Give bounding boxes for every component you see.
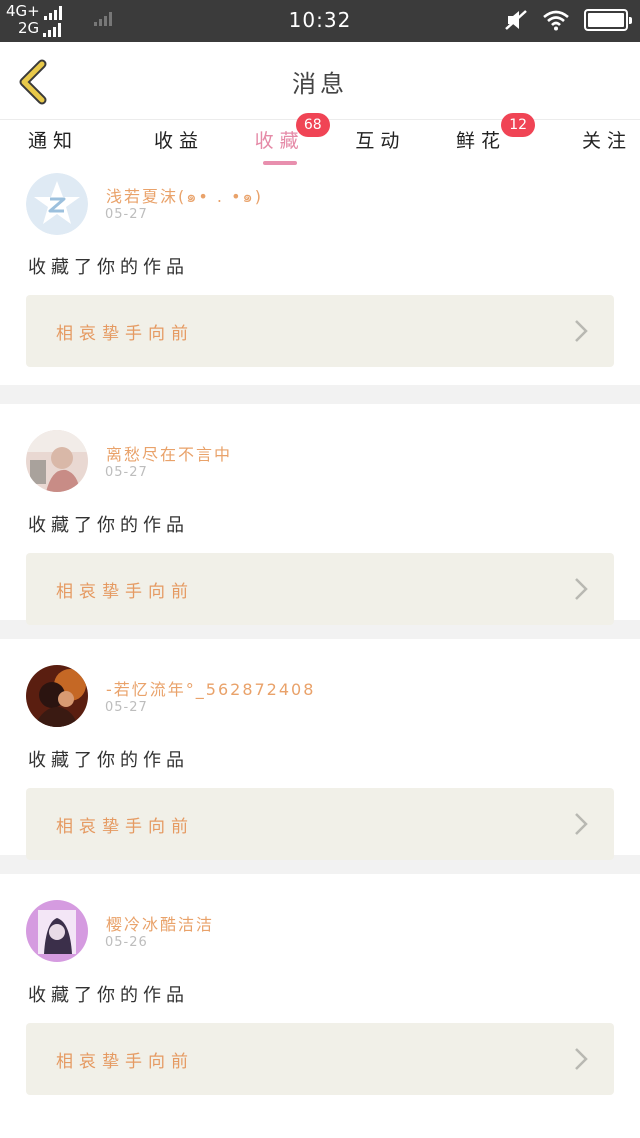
tab-label: 收藏 xyxy=(254,130,305,152)
chevron-right-icon xyxy=(575,1048,588,1070)
activity-text: 收藏了你的作品 xyxy=(28,515,189,536)
timestamp: 05-27 xyxy=(105,700,148,715)
active-tab-indicator xyxy=(262,161,297,165)
list-item: 浅若夏沫(๑• . •๑) 05-27 收藏了你的作品 相哀挚手向前 xyxy=(0,169,640,385)
battery-icon xyxy=(584,9,632,31)
tab-label: 收益 xyxy=(154,130,205,152)
chevron-right-icon xyxy=(575,320,588,342)
user-photo-icon xyxy=(26,900,88,962)
timestamp: 05-26 xyxy=(105,935,148,950)
unread-badge: 68 xyxy=(295,113,330,137)
chevron-right-icon xyxy=(575,578,588,600)
wifi-icon xyxy=(543,10,569,31)
tab-earnings[interactable]: 收益 xyxy=(129,121,230,169)
tab-favorites[interactable]: 收藏 68 xyxy=(229,113,330,169)
work-link[interactable]: 相哀挚手向前 xyxy=(26,553,614,625)
notification-list: 浅若夏沫(๑• . •๑) 05-27 收藏了你的作品 相哀挚手向前 离愁尽在不… xyxy=(0,169,640,1095)
tab-interactions[interactable]: 互动 xyxy=(330,121,431,169)
activity-text: 收藏了你的作品 xyxy=(28,750,189,771)
username-link[interactable]: 浅若夏沫(๑• . •๑) xyxy=(106,183,263,210)
avatar[interactable] xyxy=(26,430,88,492)
timestamp: 05-27 xyxy=(105,465,148,480)
header: 消息 xyxy=(0,42,640,120)
chevron-right-icon xyxy=(575,813,588,835)
page-title: 消息 xyxy=(292,70,348,98)
qzone-star-icon xyxy=(26,173,88,235)
username-link[interactable]: 离愁尽在不言中 xyxy=(106,441,232,465)
avatar[interactable] xyxy=(26,173,88,235)
status-bar: 4G+ 2G 10:32 xyxy=(0,0,640,42)
work-title: 相哀挚手向前 xyxy=(56,324,194,344)
divider xyxy=(0,385,640,404)
list-item: 樱冷冰酷洁洁 05-26 收藏了你的作品 相哀挚手向前 xyxy=(0,874,640,1095)
work-title: 相哀挚手向前 xyxy=(56,1052,194,1072)
tab-following[interactable]: 关注 xyxy=(531,121,640,169)
activity-text: 收藏了你的作品 xyxy=(28,257,189,278)
mute-icon xyxy=(505,10,527,30)
avatar[interactable] xyxy=(26,665,88,727)
list-item: 离愁尽在不言中 05-27 收藏了你的作品 相哀挚手向前 xyxy=(0,404,640,625)
tab-bar: 通知 收益 收藏 68 互动 鲜花 12 关注 xyxy=(0,113,640,169)
list-item: -若忆流年°_562872408 05-27 收藏了你的作品 相哀挚手向前 xyxy=(0,639,640,860)
work-link[interactable]: 相哀挚手向前 xyxy=(26,295,614,367)
tab-label: 关注 xyxy=(582,130,633,152)
work-title: 相哀挚手向前 xyxy=(56,582,194,602)
tab-flowers[interactable]: 鲜花 12 xyxy=(431,113,536,169)
tab-label: 鲜花 xyxy=(456,130,507,152)
user-photo-icon xyxy=(26,665,88,727)
username-link[interactable]: -若忆流年°_562872408 xyxy=(106,676,315,700)
avatar[interactable] xyxy=(26,900,88,962)
work-title: 相哀挚手向前 xyxy=(56,817,194,837)
unread-badge: 12 xyxy=(501,113,536,137)
tab-label: 通知 xyxy=(28,130,79,152)
tab-label: 互动 xyxy=(355,130,406,152)
user-photo-icon xyxy=(26,430,88,492)
work-link[interactable]: 相哀挚手向前 xyxy=(26,788,614,860)
tab-notifications[interactable]: 通知 xyxy=(0,121,129,169)
activity-text: 收藏了你的作品 xyxy=(28,985,189,1006)
timestamp: 05-27 xyxy=(105,207,148,222)
work-link[interactable]: 相哀挚手向前 xyxy=(26,1023,614,1095)
username-link[interactable]: 樱冷冰酷洁洁 xyxy=(106,911,214,935)
